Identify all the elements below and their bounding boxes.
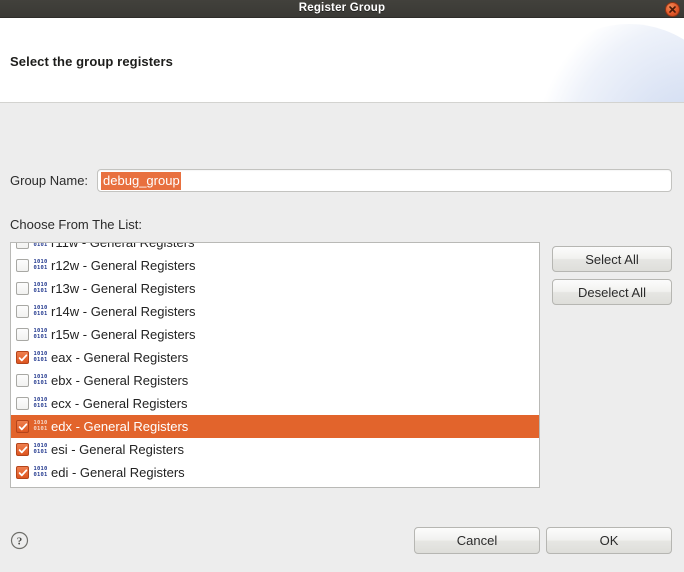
register-checkbox[interactable] <box>16 328 29 341</box>
register-checkbox[interactable] <box>16 466 29 479</box>
list-item-label: r12w - General Registers <box>51 258 196 273</box>
register-icon: 10100101 <box>33 443 48 455</box>
footer-buttons: Cancel OK <box>414 526 672 554</box>
window-title: Register Group <box>298 1 386 14</box>
register-checkbox[interactable] <box>16 420 29 433</box>
register-list-rows: 10100101r11w - General Registers10100101… <box>11 242 539 484</box>
list-item[interactable]: 1010 0101 edi - General Registers <box>11 461 539 484</box>
list-area: 10100101r11w - General Registers10100101… <box>10 242 672 488</box>
choose-list-label: Choose From The List: <box>10 217 142 232</box>
register-icon: 10100101 <box>33 328 48 340</box>
list-item-label: r14w - General Registers <box>51 304 196 319</box>
register-checkbox[interactable] <box>16 259 29 272</box>
list-item[interactable]: 1010 0101 ebx - General Registers <box>11 369 539 392</box>
register-listbox[interactable]: 10100101r11w - General Registers10100101… <box>10 242 540 488</box>
list-item-label: r13w - General Registers <box>51 281 196 296</box>
register-icon: 10100101 <box>33 351 48 363</box>
list-item-label: eax - General Registers <box>51 350 189 365</box>
register-icon: 10100101 <box>33 259 48 271</box>
list-item-label: r15w - General Registers <box>51 327 196 342</box>
group-name-input[interactable]: debug_group <box>97 169 672 192</box>
ok-button[interactable]: OK <box>546 526 672 554</box>
list-item-label: ebx - General Registers <box>51 373 189 388</box>
svg-text:?: ? <box>17 535 23 547</box>
register-checkbox[interactable] <box>16 397 29 410</box>
register-checkbox[interactable] <box>16 282 29 295</box>
list-item-label: edi - General Registers <box>51 465 185 480</box>
dialog-footer: ? Cancel OK <box>0 508 684 572</box>
list-item[interactable]: 1010 0101 eax - General Registers <box>11 346 539 369</box>
select-all-button[interactable]: Select All <box>552 246 672 272</box>
list-item[interactable]: 1010 0101 esi - General Registers <box>11 438 539 461</box>
group-name-label: Group Name: <box>10 173 89 188</box>
register-icon: 10100101 <box>33 242 48 248</box>
list-side-buttons: Select All Deselect All <box>552 242 672 305</box>
register-icon: 10100101 <box>33 397 48 409</box>
list-item[interactable]: 1010 0101 r15w - General Registers <box>11 323 539 346</box>
register-icon: 10100101 <box>33 466 48 478</box>
header-title: Select the group registers <box>10 54 173 69</box>
list-item[interactable]: 1010 0101 ecx - General Registers <box>11 392 539 415</box>
register-icon: 10100101 <box>33 374 48 386</box>
register-checkbox[interactable] <box>16 243 29 249</box>
title-bar: Register Group <box>0 0 684 18</box>
register-icon: 10100101 <box>33 420 48 432</box>
deselect-all-button[interactable]: Deselect All <box>552 279 672 305</box>
dialog-body: Group Name: debug_group Choose From The … <box>0 103 684 572</box>
register-group-dialog: Register Group Select the group register… <box>0 0 684 572</box>
list-item-label: ecx - General Registers <box>51 396 188 411</box>
dialog-header: Select the group registers <box>0 18 684 103</box>
list-item[interactable]: 1010 0101 r12w - General Registers <box>11 254 539 277</box>
list-item-label: edx - General Registers <box>51 419 189 434</box>
register-checkbox[interactable] <box>16 374 29 387</box>
list-item[interactable]: 10100101r11w - General Registers <box>11 242 539 254</box>
list-item[interactable]: 1010 0101 r14w - General Registers <box>11 300 539 323</box>
list-item[interactable]: 1010 0101 edx - General Registers <box>11 415 539 438</box>
close-icon[interactable] <box>665 2 680 17</box>
group-name-row: Group Name: debug_group <box>10 169 672 192</box>
list-item-label: esi - General Registers <box>51 442 184 457</box>
help-icon[interactable]: ? <box>10 531 29 550</box>
register-checkbox[interactable] <box>16 351 29 364</box>
register-checkbox[interactable] <box>16 305 29 318</box>
cancel-button[interactable]: Cancel <box>414 526 540 554</box>
register-icon: 10100101 <box>33 282 48 294</box>
group-name-value: debug_group <box>101 171 181 190</box>
list-item-label: r11w - General Registers <box>51 242 195 250</box>
list-item[interactable]: 1010 0101 r13w - General Registers <box>11 277 539 300</box>
register-checkbox[interactable] <box>16 443 29 456</box>
register-icon: 10100101 <box>33 305 48 317</box>
header-decoration <box>534 24 684 102</box>
